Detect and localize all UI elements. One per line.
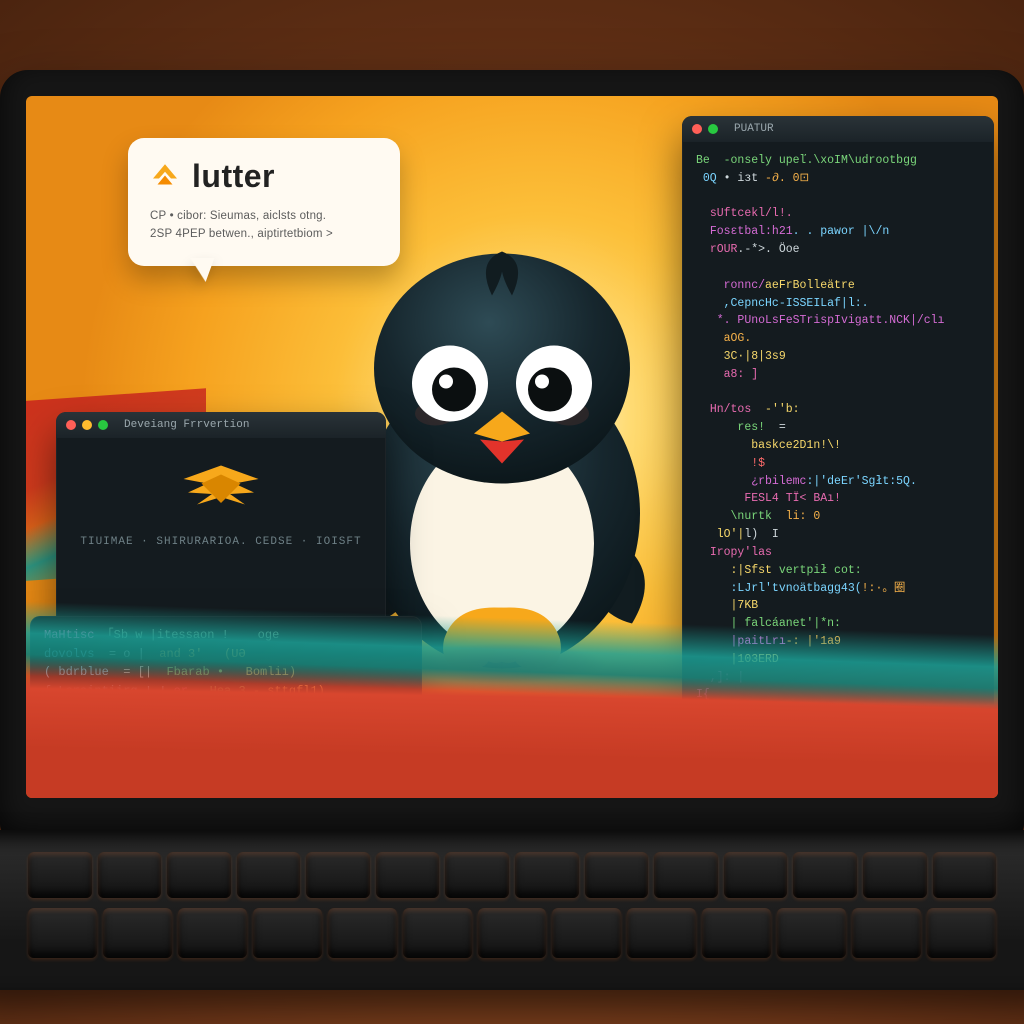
editor-content[interactable]: Be -onsely upeľ.\xoIM\udrootbgg 0Q • iзt… [682, 142, 994, 754]
laptop-frame: lutter CP • cibor: Sieumas, aiclsts otng… [0, 70, 1024, 990]
terminal-window-branding[interactable]: Deveiang Frrvertion TIUIMAE · SHIRURARIO… [56, 412, 386, 642]
close-icon[interactable] [692, 124, 702, 134]
card-sub-line2: 2SP 4PEP betwen., aiptirtetbiom > [150, 225, 378, 243]
card-sub-line1: CP • cibor: Sieumas, aiclsts otng. [150, 207, 378, 225]
terminal-window-output[interactable]: FPJ MaHtisc 「Sb w |itessaon ! oge dovolv… [30, 616, 422, 794]
lutter-logo-icon [150, 162, 180, 192]
terminal-output: MaHtisc 「Sb w |itessaon ! oge dovolvs = … [30, 616, 422, 794]
window-titlebar[interactable]: PUATUR [682, 116, 994, 142]
close-icon[interactable] [66, 420, 76, 430]
window-titlebar[interactable]: Deveiang Frrvertion [56, 412, 386, 438]
window-title: PUATUR [734, 123, 774, 135]
screen-bezel: lutter CP • cibor: Sieumas, aiclsts otng… [0, 70, 1024, 840]
window-controls[interactable] [66, 420, 108, 430]
card-title: lutter [192, 158, 275, 195]
window-title: Deveiang Frrvertion [124, 419, 249, 431]
branding-subline: TIUIMAE · SHIRURARIOA. CEDSE · IOISFT [70, 536, 372, 548]
wings-logo-icon [176, 458, 266, 518]
maximize-icon[interactable] [708, 124, 718, 134]
desktop-screen: lutter CP • cibor: Sieumas, aiclsts otng… [26, 96, 998, 798]
minimize-icon[interactable] [82, 420, 92, 430]
maximize-icon[interactable] [98, 420, 108, 430]
keyboard-deck [0, 830, 1024, 990]
window-controls[interactable] [692, 124, 718, 134]
code-editor-window[interactable]: PUATUR Be -onsely upeľ.\xoIM\udrootbgg 0… [682, 116, 994, 766]
